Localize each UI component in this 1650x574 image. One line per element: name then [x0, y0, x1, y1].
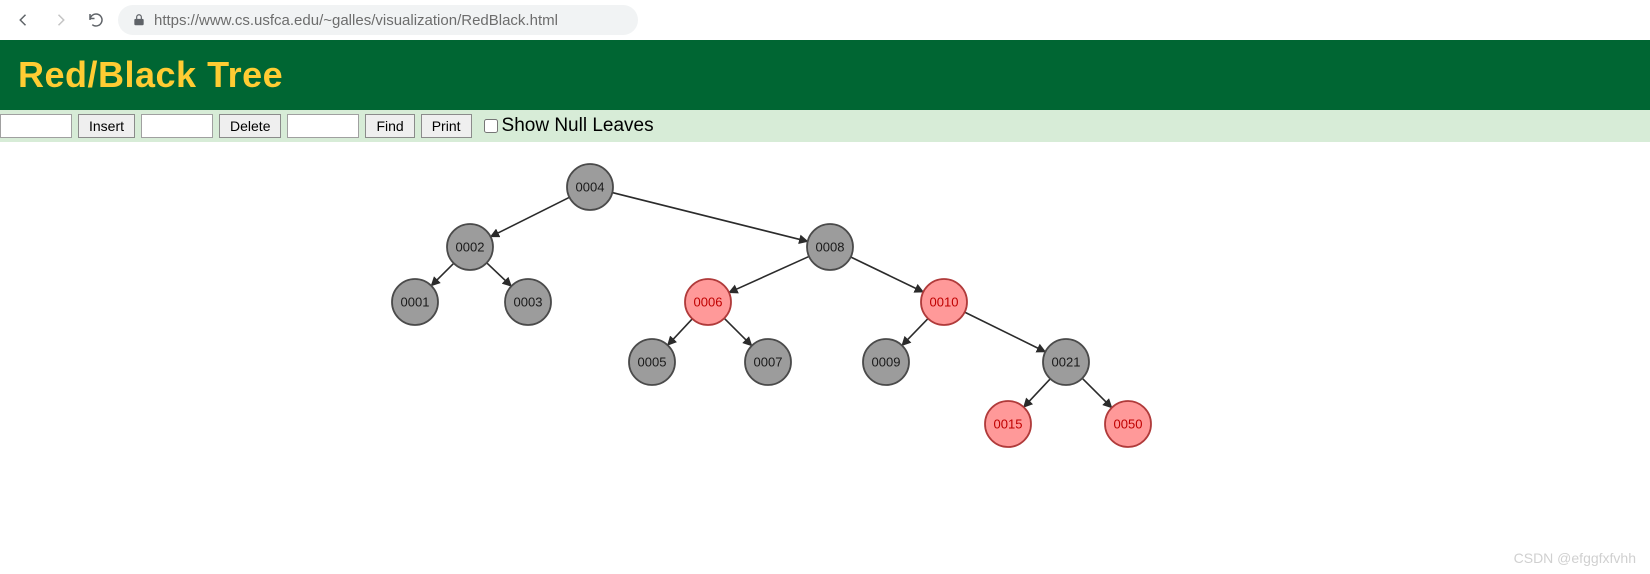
tree-node[interactable]: 0003 — [505, 279, 551, 325]
tree-node[interactable]: 0004 — [567, 164, 613, 210]
tree-node-label: 0021 — [1052, 355, 1081, 370]
tree-edge — [668, 319, 693, 345]
tree-node[interactable]: 0010 — [921, 279, 967, 325]
tree-edge — [487, 263, 512, 286]
tree-node-label: 0050 — [1114, 417, 1143, 432]
tree-node-label: 0009 — [872, 355, 901, 370]
show-null-leaves-text: Show Null Leaves — [502, 115, 654, 137]
tree-nodes: 0004 0002 0008 0001 0003 0006 0010 0005 0007 0009… — [392, 164, 1151, 447]
back-button[interactable] — [10, 6, 38, 34]
arrow-left-icon — [15, 11, 33, 29]
tree-node-label: 0001 — [401, 295, 430, 310]
lock-icon — [132, 13, 146, 27]
tree-canvas: 0004 0002 0008 0001 0003 0006 0010 0005 0007 0009… — [0, 142, 1650, 562]
tree-node[interactable]: 0001 — [392, 279, 438, 325]
tree-node-label: 0005 — [638, 355, 667, 370]
tree-node[interactable]: 0002 — [447, 224, 493, 270]
tree-edge — [491, 197, 570, 236]
tree-node-label: 0006 — [694, 295, 723, 310]
browser-chrome: https://www.cs.usfca.edu/~galles/visuali… — [0, 0, 1650, 40]
tree-edge — [612, 193, 807, 242]
arrow-right-icon — [51, 11, 69, 29]
page-title: Red/Black Tree — [18, 54, 1632, 96]
tree-node[interactable]: 0007 — [745, 339, 791, 385]
tree-node[interactable]: 0005 — [629, 339, 675, 385]
tree-node[interactable]: 0050 — [1105, 401, 1151, 447]
insert-input[interactable] — [0, 114, 72, 138]
tree-edge — [902, 319, 928, 346]
forward-button[interactable] — [46, 6, 74, 34]
tree-node[interactable]: 0015 — [985, 401, 1031, 447]
controls-toolbar: Insert Delete Find Print Show Null Leave… — [0, 110, 1650, 142]
tree-svg: 0004 0002 0008 0001 0003 0006 0010 0005 0007 0009… — [0, 142, 1650, 562]
tree-node[interactable]: 0009 — [863, 339, 909, 385]
tree-node-label: 0002 — [456, 240, 485, 255]
tree-node-label: 0007 — [754, 355, 783, 370]
tree-node-label: 0008 — [816, 240, 845, 255]
tree-node-label: 0004 — [576, 180, 605, 195]
show-null-leaves-checkbox[interactable] — [484, 119, 498, 133]
tree-edge — [724, 318, 751, 345]
reload-button[interactable] — [82, 6, 110, 34]
find-input[interactable] — [287, 114, 359, 138]
address-bar[interactable]: https://www.cs.usfca.edu/~galles/visuali… — [118, 5, 638, 35]
reload-icon — [87, 11, 105, 29]
page-header: Red/Black Tree — [0, 40, 1650, 110]
tree-node[interactable]: 0006 — [685, 279, 731, 325]
tree-edge — [851, 257, 924, 292]
delete-input[interactable] — [141, 114, 213, 138]
tree-edge — [1082, 378, 1111, 407]
tree-node-label: 0010 — [930, 295, 959, 310]
url-text: https://www.cs.usfca.edu/~galles/visuali… — [154, 12, 558, 29]
tree-edge — [1024, 379, 1051, 407]
tree-edge — [729, 256, 809, 292]
print-button[interactable]: Print — [421, 114, 472, 138]
insert-button[interactable]: Insert — [78, 114, 135, 138]
tree-node-label: 0003 — [514, 295, 543, 310]
find-button[interactable]: Find — [365, 114, 414, 138]
tree-node[interactable]: 0008 — [807, 224, 853, 270]
tree-node[interactable]: 0021 — [1043, 339, 1089, 385]
tree-edge — [431, 263, 453, 285]
show-null-leaves-label[interactable]: Show Null Leaves — [484, 115, 654, 137]
delete-button[interactable]: Delete — [219, 114, 281, 138]
tree-node-label: 0015 — [994, 417, 1023, 432]
tree-edge — [965, 312, 1046, 352]
